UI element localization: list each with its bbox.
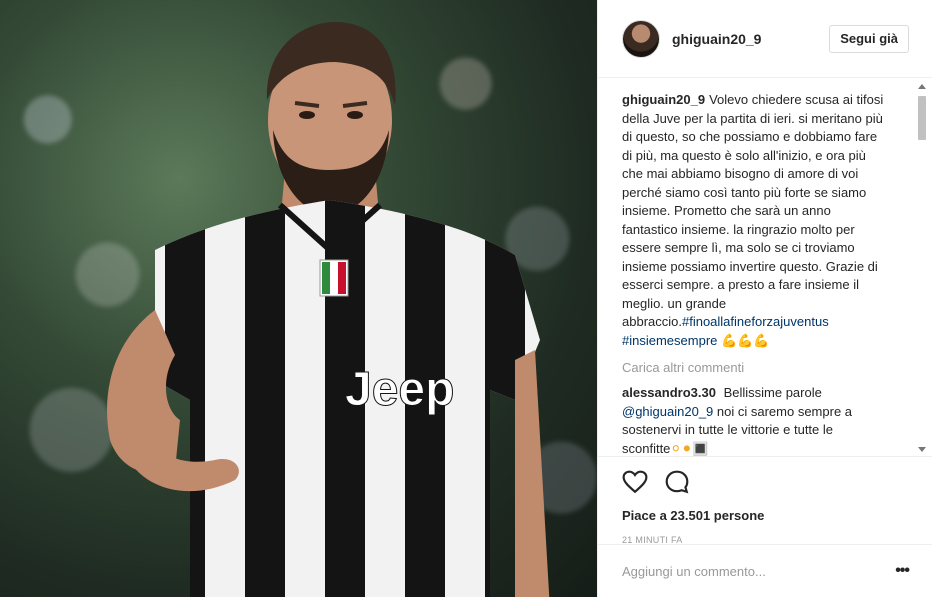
heart-icon[interactable]: [622, 469, 648, 495]
post-photo[interactable]: Jeep: [0, 0, 597, 597]
caption-username[interactable]: ghiguain20_9: [622, 92, 705, 107]
post-header: ghiguain20_9 Segui già: [598, 0, 932, 78]
emoji-flex: 💪💪💪: [721, 332, 770, 348]
likes-count[interactable]: Piace a 23.501 persone: [622, 508, 909, 523]
following-button[interactable]: Segui già: [829, 24, 909, 53]
scroll-down-icon[interactable]: [918, 447, 926, 452]
scroll-thumb[interactable]: [918, 96, 926, 140]
user-avatar[interactable]: [622, 19, 660, 58]
comment-username[interactable]: alessandro3.30: [622, 385, 716, 400]
comment-icon[interactable]: [664, 469, 690, 495]
mention-link[interactable]: @ghiguain20_9: [622, 404, 713, 419]
post-actions: Piace a 23.501 persone 21 MINUTI FA: [598, 456, 932, 545]
post-sidebar: ghiguain20_9 Segui già ghiguain20_9 Volev…: [597, 0, 932, 597]
hashtag-link[interactable]: #finoallafineforzajuventus: [682, 314, 829, 329]
comment-text: Bellissime parole: [723, 385, 822, 400]
hashtag-link[interactable]: #insiemesempre: [622, 333, 717, 348]
comments-scrollbar[interactable]: [916, 82, 928, 454]
caption-text: Volevo chiedere scusa ai tifosi della Ju…: [622, 92, 884, 329]
comment-input[interactable]: [622, 563, 896, 579]
load-more-comments-button[interactable]: Carica altri commenti: [622, 360, 887, 375]
caption: ghiguain20_9 Volevo chiedere scusa ai tif…: [622, 91, 887, 350]
more-options-icon[interactable]: •••: [895, 562, 910, 580]
comment-emojis: ⚪⚫🔳: [670, 440, 709, 456]
svg-text:Jeep: Jeep: [345, 363, 454, 416]
add-comment-bar: •••: [598, 544, 932, 597]
scroll-up-icon[interactable]: [918, 84, 926, 89]
player-figure: Jeep: [107, 22, 550, 597]
comments-section[interactable]: ghiguain20_9 Volevo chiedere scusa ai tif…: [598, 78, 932, 456]
header-username[interactable]: ghiguain20_9: [672, 31, 761, 47]
comment-item: alessandro3.30 Bellissime parole @ghigua…: [622, 384, 887, 456]
